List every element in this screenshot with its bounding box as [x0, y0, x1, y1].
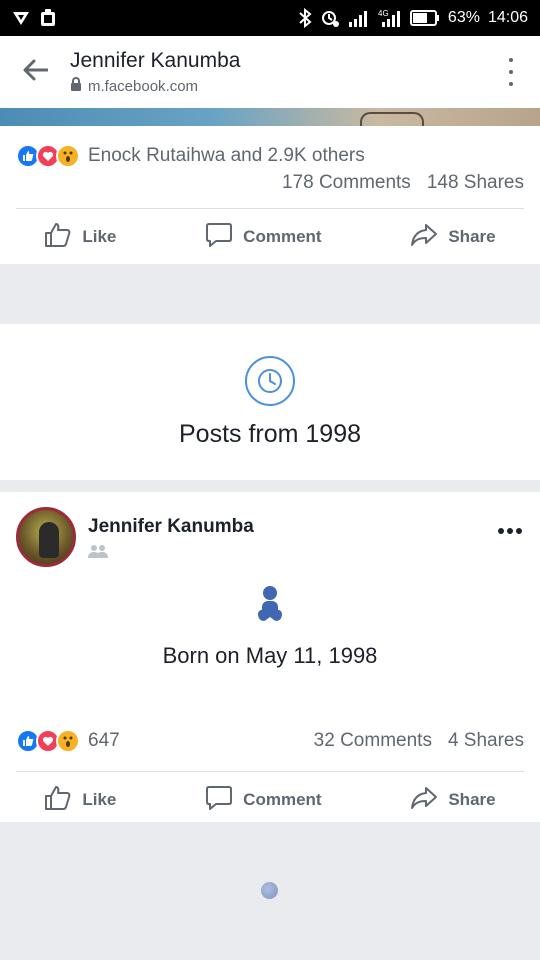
- comment-label: Comment: [243, 790, 322, 809]
- comment-icon: [205, 785, 233, 816]
- comments-count[interactable]: 32 Comments: [314, 730, 432, 752]
- comment-button[interactable]: Comment: [205, 222, 322, 253]
- like-label: Like: [82, 790, 117, 809]
- life-event-post: Jennifer Kanumba Born on May 11, 1998 64…: [0, 492, 540, 822]
- battery-icon: [409, 10, 440, 26]
- back-arrow-icon: [22, 59, 49, 86]
- share-arrow-icon: [410, 222, 438, 253]
- friends-icon[interactable]: [88, 544, 108, 563]
- signal-icon: [348, 9, 370, 27]
- post-options-icon[interactable]: [498, 528, 522, 534]
- share-arrow-icon: [410, 785, 438, 816]
- comments-count[interactable]: 178 Comments: [282, 172, 411, 194]
- reactions-row[interactable]: 647 32 Comments 4 Shares: [0, 725, 540, 757]
- back-button[interactable]: [0, 36, 70, 108]
- engagement-counts: 178 Comments 148 Shares: [0, 172, 540, 194]
- wow-reaction-icon: [56, 144, 80, 168]
- reactions-summary: Enock Rutaihwa and 2.9K others: [88, 145, 365, 166]
- memory-title: Posts from 1998: [178, 419, 362, 448]
- clock-time: 14:06: [487, 9, 528, 26]
- notification-icon: [40, 9, 56, 27]
- baby-icon: [254, 584, 286, 633]
- reactions-row[interactable]: Enock Rutaihwa and 2.9K others: [0, 140, 540, 172]
- thumbs-up-icon: [44, 785, 72, 816]
- vpn-icon: [12, 10, 30, 26]
- like-button[interactable]: Like: [44, 785, 116, 816]
- life-event-text: Born on May 11, 1998: [162, 643, 378, 668]
- lock-icon: [70, 77, 82, 95]
- share-label: Share: [448, 790, 496, 809]
- comment-button[interactable]: Comment: [205, 785, 322, 816]
- shares-count[interactable]: 148 Shares: [427, 172, 524, 194]
- browser-app-bar: Jennifer Kanumba m.facebook.com: [0, 36, 540, 108]
- loading-spinner-icon: [261, 882, 278, 899]
- post-header: Jennifer Kanumba: [0, 492, 540, 572]
- page-title: Jennifer Kanumba: [70, 49, 241, 72]
- reactions-count: 647: [88, 730, 120, 751]
- share-button[interactable]: Share: [410, 785, 496, 816]
- comment-label: Comment: [243, 227, 322, 246]
- status-bar: 4G 63% 14:06: [0, 0, 540, 36]
- thumbs-up-icon: [44, 222, 72, 253]
- post-photo[interactable]: [0, 108, 540, 128]
- top-post-footer: Enock Rutaihwa and 2.9K others 178 Comme…: [0, 126, 540, 264]
- comment-icon: [205, 222, 233, 253]
- page-url: m.facebook.com: [70, 77, 240, 95]
- bluetooth-icon: [298, 8, 312, 28]
- avatar[interactable]: [16, 507, 76, 567]
- alarm-icon: [320, 8, 340, 28]
- data-icon: 4G: [378, 8, 402, 28]
- post-actions: Like Comment Share: [0, 209, 540, 265]
- clock-icon: [245, 355, 295, 406]
- svg-text:4G: 4G: [378, 9, 389, 18]
- like-label: Like: [82, 227, 117, 246]
- memories-section-header: Posts from 1998: [0, 324, 540, 480]
- post-actions: Like Comment Share: [0, 772, 540, 828]
- like-button[interactable]: Like: [44, 222, 116, 253]
- more-vertical-icon[interactable]: [506, 58, 516, 86]
- share-button[interactable]: Share: [410, 222, 496, 253]
- shares-count[interactable]: 4 Shares: [448, 730, 524, 752]
- life-event: Born on May 11, 1998: [0, 584, 540, 669]
- url-text: m.facebook.com: [88, 77, 199, 95]
- engagement-counts: 32 Comments 4 Shares: [314, 730, 524, 752]
- share-label: Share: [448, 227, 496, 246]
- post-author-name[interactable]: Jennifer Kanumba: [88, 516, 254, 538]
- battery-percent: 63%: [447, 9, 480, 26]
- wow-reaction-icon: [56, 729, 80, 753]
